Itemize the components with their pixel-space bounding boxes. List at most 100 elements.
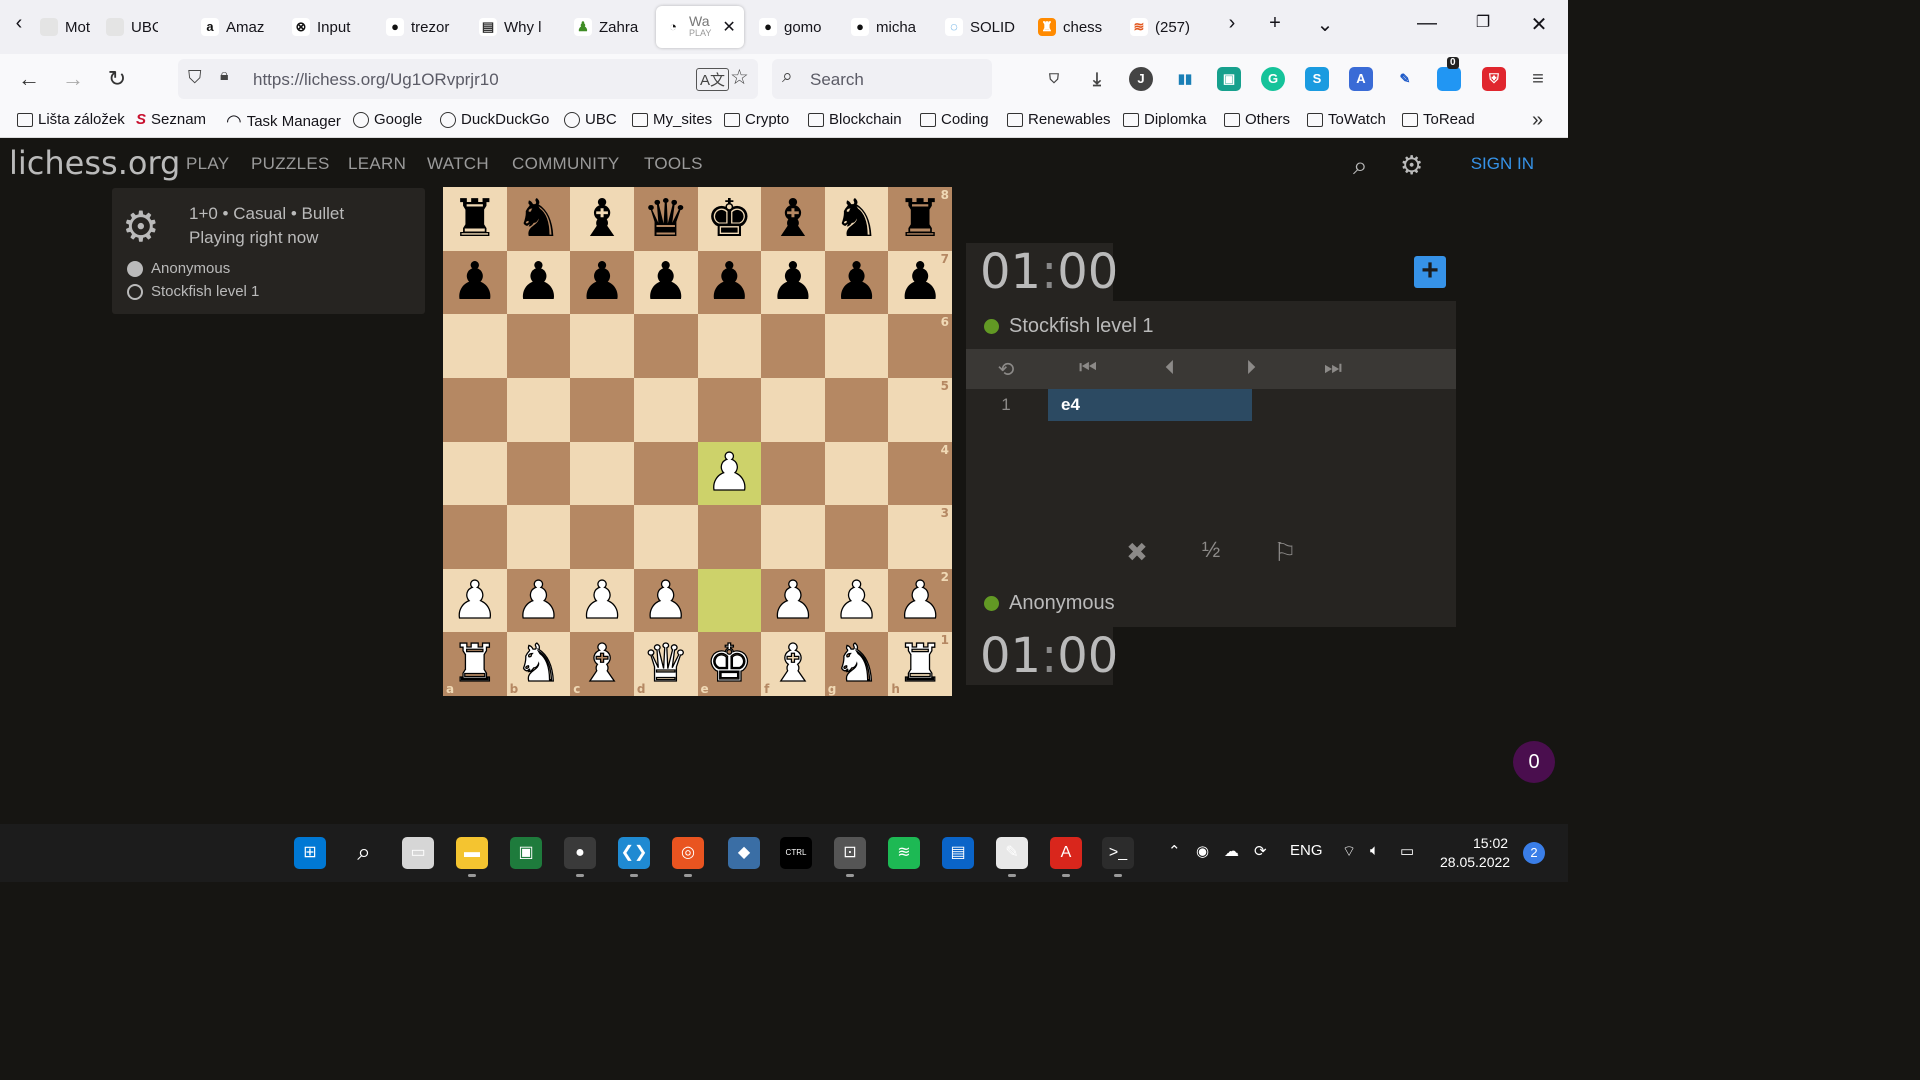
translate-icon[interactable]: A文: [696, 68, 730, 91]
square-d5[interactable]: [633, 377, 698, 442]
black-bishop-icon[interactable]: ♝: [579, 193, 626, 245]
square-e4[interactable]: ♟: [697, 441, 762, 506]
taskbar-time[interactable]: 15:02: [1473, 835, 1508, 851]
close-window-icon[interactable]: ✕: [1524, 12, 1554, 37]
white-pawn-icon[interactable]: ♟: [769, 574, 817, 627]
white-bishop-icon[interactable]: ♝: [578, 638, 626, 691]
white-pawn-icon[interactable]: ♟: [451, 574, 499, 627]
bookmark-10[interactable]: Coding: [920, 111, 989, 128]
windows-start-icon[interactable]: ⊞: [294, 837, 326, 869]
square-a1[interactable]: ♜ a: [443, 632, 507, 696]
tab-9[interactable]: ● gomo: [751, 6, 835, 48]
terminal-ctrl-icon[interactable]: CTRL: [780, 837, 812, 869]
white-knight-icon[interactable]: ♞: [833, 638, 881, 691]
new-tab-icon[interactable]: +: [1260, 12, 1290, 35]
square-a2[interactable]: ♟: [443, 568, 507, 633]
bookmark-8[interactable]: Crypto: [724, 111, 789, 128]
black-rook-icon[interactable]: ♜: [897, 193, 944, 245]
abort-game-icon[interactable]: ✖: [1117, 537, 1157, 568]
minimize-window-icon[interactable]: —: [1412, 12, 1442, 35]
previous-move-icon[interactable]: ⏴: [1150, 357, 1190, 380]
black-pawn-icon[interactable]: ♟: [897, 256, 944, 308]
tab-12[interactable]: ♜ chess: [1030, 6, 1114, 48]
tab-list-dropdown-icon[interactable]: ⌄: [1310, 12, 1340, 37]
square-g7[interactable]: ♟: [824, 250, 889, 315]
url-bar[interactable]: ⛉ 🔒︎ https://lichess.org/Ug1ORvprjr10 A文…: [178, 59, 758, 99]
black-knight-icon[interactable]: ♞: [833, 193, 880, 245]
forward-icon[interactable]: →: [58, 65, 88, 93]
chessboard[interactable]: ♜ ♞ ♝ ♛ ♚ ♝ ♞ ♜ 8 ♟ ♟ ♟ ♟ ♟ ♟ ♟ ♟ 7 6 5 ♟ 4 3 ♟ ♟ ♟ ♟ ♟ ♟ ♟ 2 ♜ a ♞ b ♝ c ♛ d ♚…: [443, 187, 952, 696]
account-avatar-icon[interactable]: J: [1129, 67, 1153, 91]
white-knight-icon[interactable]: ♞: [514, 638, 562, 691]
square-g6[interactable]: [824, 314, 889, 378]
square-f6[interactable]: [761, 314, 825, 378]
square-a5[interactable]: [443, 377, 507, 442]
battery-icon[interactable]: ▭: [1400, 842, 1414, 860]
bookmark-9[interactable]: Blockchain: [808, 111, 902, 128]
square-e3[interactable]: [697, 505, 762, 569]
translator-extension-icon[interactable]: A: [1349, 67, 1373, 91]
square-h8[interactable]: ♜ 8: [888, 187, 952, 251]
chat-bubble-badge[interactable]: 0: [1513, 741, 1555, 783]
url-text[interactable]: https://lichess.org/Ug1ORvprjr10: [253, 70, 499, 90]
tab-11[interactable]: ◌ SOLID: [937, 6, 1023, 48]
tab-7[interactable]: ♟ Zahra: [566, 6, 648, 48]
black-player-name[interactable]: Stockfish level 1: [151, 283, 259, 300]
ubuntu-icon[interactable]: ◎: [672, 837, 704, 869]
square-a3[interactable]: [443, 505, 507, 569]
square-a8[interactable]: ♜: [443, 187, 507, 251]
skype-extension-icon[interactable]: S: [1305, 67, 1329, 91]
square-d8[interactable]: ♛: [633, 187, 698, 251]
add-time-button[interactable]: +: [1414, 256, 1446, 288]
square-a6[interactable]: [443, 314, 507, 378]
square-d2[interactable]: ♟: [633, 568, 698, 633]
white-pawn-icon[interactable]: ♟: [578, 574, 626, 627]
menu-tools[interactable]: TOOLS: [644, 154, 703, 174]
site-logo[interactable]: lichess.org: [9, 144, 180, 182]
square-b6[interactable]: [506, 314, 571, 378]
hamburger-menu-icon[interactable]: ≡: [1526, 67, 1550, 91]
square-e8[interactable]: ♚: [697, 187, 762, 251]
tab-scroll-right-icon[interactable]: ›: [1217, 12, 1247, 35]
offer-draw-button[interactable]: ½: [1191, 537, 1231, 563]
app-icon[interactable]: ▤: [942, 837, 974, 869]
square-b2[interactable]: ♟: [506, 568, 571, 633]
photos-icon[interactable]: ▣: [510, 837, 542, 869]
bookmark-1[interactable]: Lišta záložek: [17, 111, 125, 128]
bookmark-13[interactable]: Others: [1224, 111, 1290, 128]
tab-1[interactable]: Moto: [32, 6, 90, 48]
square-d6[interactable]: [633, 314, 698, 378]
square-c8[interactable]: ♝: [570, 187, 634, 251]
grammarly-icon[interactable]: G: [1261, 67, 1285, 91]
square-f3[interactable]: [761, 505, 825, 569]
square-e6[interactable]: [697, 314, 762, 378]
sign-in-link[interactable]: SIGN IN: [1471, 154, 1534, 174]
bottom-player-name[interactable]: Anonymous: [1009, 592, 1115, 615]
square-g3[interactable]: [824, 505, 889, 569]
lock-icon[interactable]: 🔒︎: [220, 67, 229, 85]
square-c1[interactable]: ♝ c: [570, 632, 634, 696]
square-b1[interactable]: ♞ b: [506, 632, 571, 696]
white-rook-icon[interactable]: ♜: [451, 638, 499, 691]
tab-6[interactable]: ▤ Why l: [471, 6, 559, 48]
acrobat-icon[interactable]: A: [1050, 837, 1082, 869]
square-h4[interactable]: 4: [888, 441, 952, 506]
black-pawn-icon[interactable]: ♟: [706, 256, 753, 308]
task-view-icon[interactable]: ▭: [402, 837, 434, 869]
onedrive-icon[interactable]: ☁: [1224, 842, 1239, 860]
bars-extension-icon[interactable]: ▮▮: [1173, 67, 1197, 91]
square-g2[interactable]: ♟: [824, 568, 889, 633]
square-b3[interactable]: [506, 505, 571, 569]
volume-icon[interactable]: 🔈︎: [1370, 842, 1379, 859]
square-e1[interactable]: ♚ e: [697, 632, 762, 696]
menu-puzzles[interactable]: PUZZLES: [251, 154, 330, 174]
square-c5[interactable]: [570, 377, 634, 442]
square-h7[interactable]: ♟ 7: [888, 250, 952, 315]
square-e2[interactable]: [697, 568, 762, 633]
square-b5[interactable]: [506, 377, 571, 442]
black-pawn-icon[interactable]: ♟: [515, 256, 562, 308]
vscode-icon[interactable]: ❮❯: [618, 837, 650, 869]
taskbar-date[interactable]: 28.05.2022: [1440, 854, 1510, 870]
square-h2[interactable]: ♟ 2: [888, 568, 952, 633]
paint-extension-icon[interactable]: ✎: [1393, 67, 1417, 91]
